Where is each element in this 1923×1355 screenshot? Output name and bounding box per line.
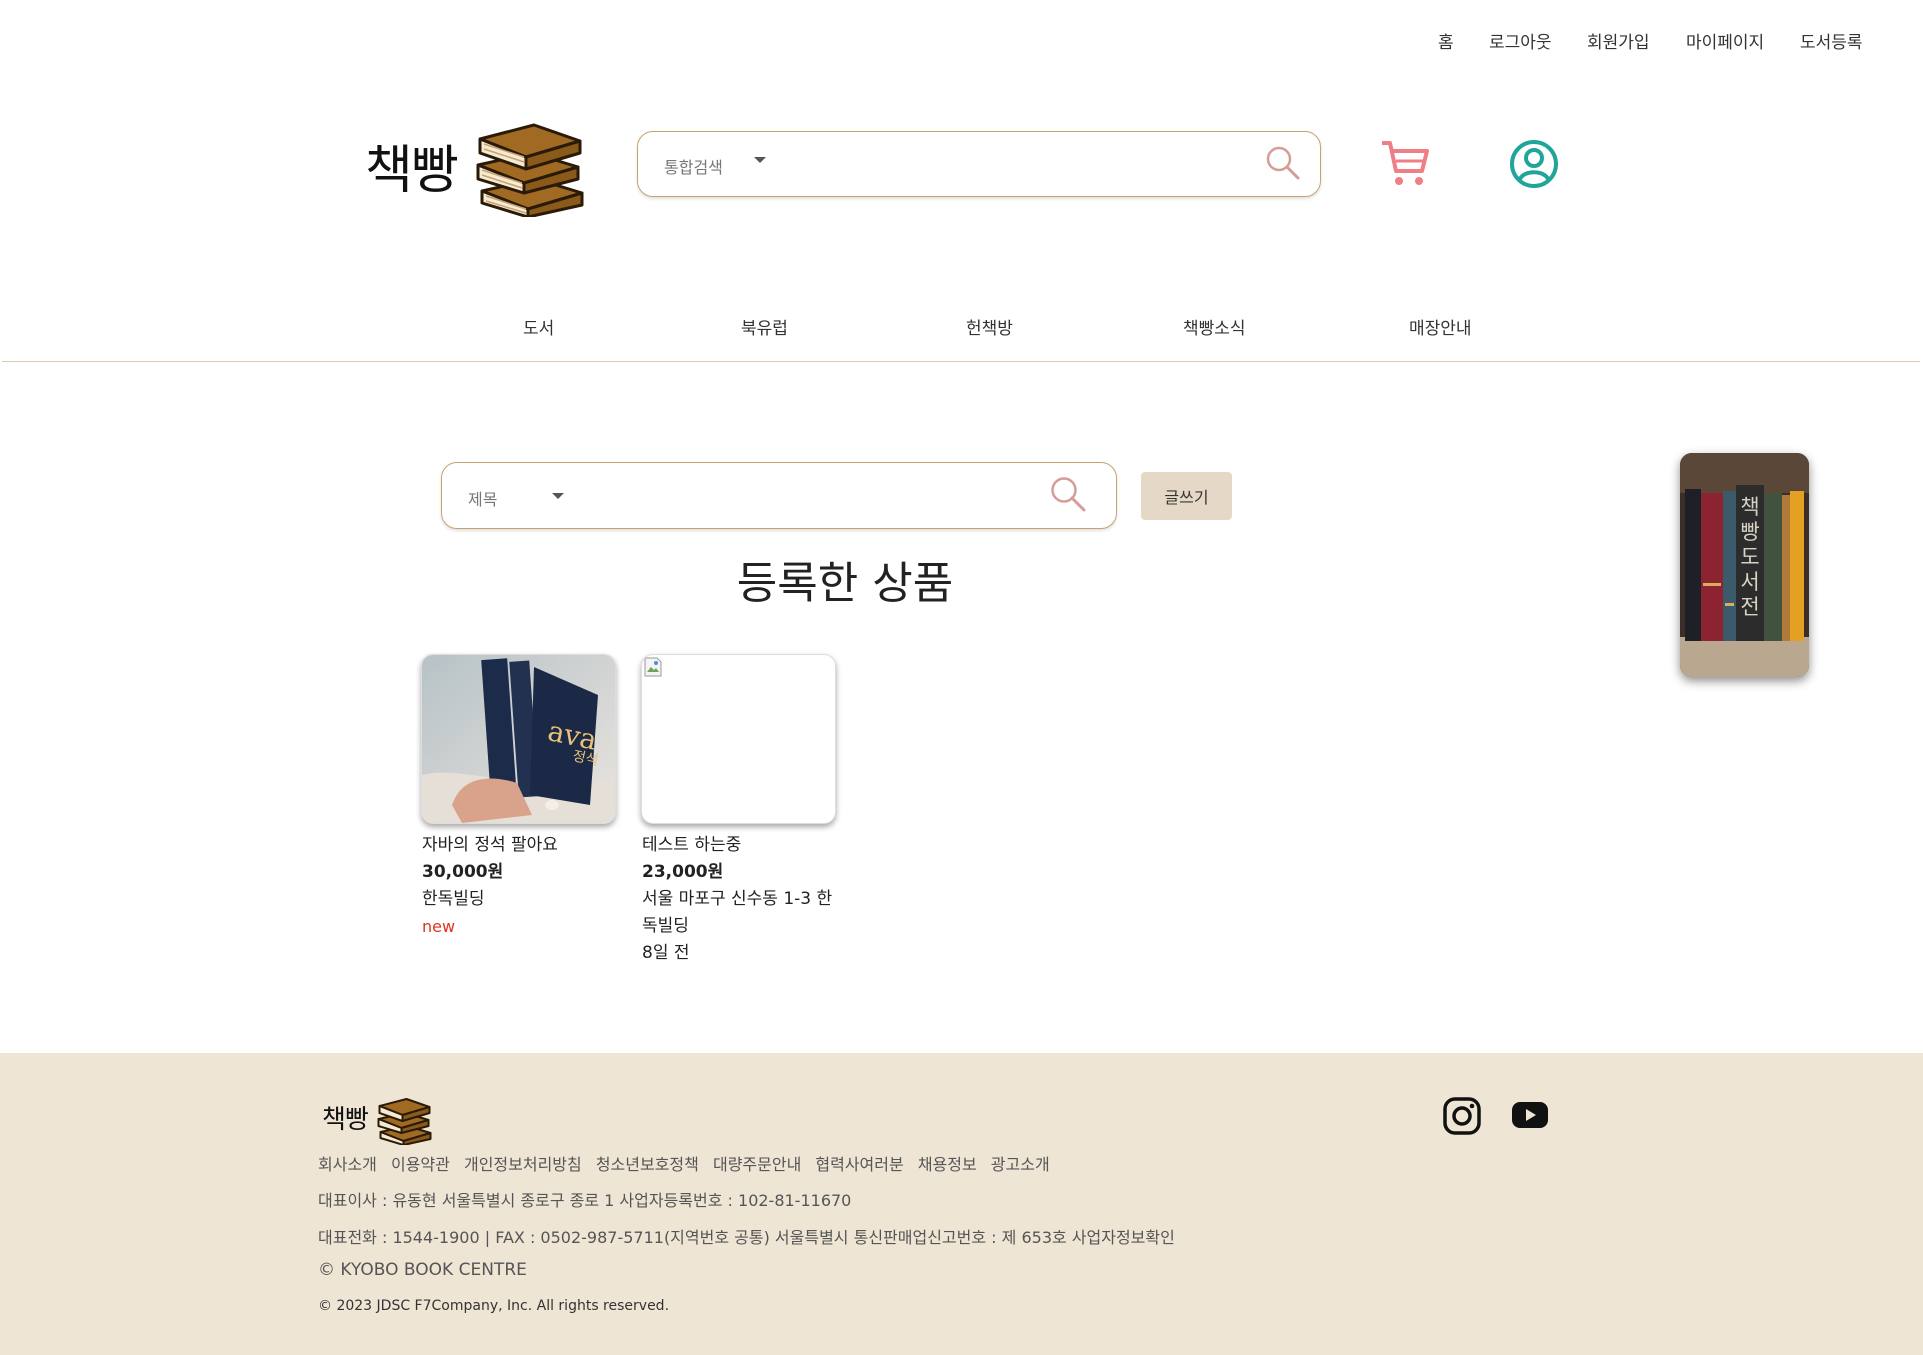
instagram-icon[interactable] xyxy=(1442,1096,1482,1136)
main-search-bar[interactable]: 통합검색 xyxy=(637,131,1321,197)
footer-link-bulk-order[interactable]: 대량주문안내 xyxy=(713,1155,801,1174)
board-search-category-select[interactable]: 제목 xyxy=(468,486,497,510)
book-stack-icon xyxy=(377,1098,432,1145)
footer-logo-text: 책빵 xyxy=(322,1105,369,1135)
product-image-broken[interactable] xyxy=(641,654,836,824)
home-link[interactable]: 홈 xyxy=(1438,28,1454,53)
logout-link[interactable]: 로그아웃 xyxy=(1489,28,1552,53)
product-info: 테스트 하는중 23,000원 서울 마포구 신수동 1-3 한독빌딩 8일 전 xyxy=(642,832,842,967)
product-image[interactable]: ava 정석 xyxy=(421,654,616,824)
footer-company-info: 대표이사 : 유동현 서울특별시 종로구 종로 1 사업자등록번호 : 102-… xyxy=(318,1191,852,1210)
book-stack-icon xyxy=(476,123,584,217)
side-banner-book-fair[interactable]: 책빵도서전 xyxy=(1680,453,1809,677)
board-search-bar[interactable]: 제목 xyxy=(441,462,1117,529)
search-icon[interactable] xyxy=(1264,144,1302,182)
footer-link-company[interactable]: 회사소개 xyxy=(318,1155,377,1174)
logo-text: 책빵 xyxy=(365,141,459,201)
footer-link-privacy[interactable]: 개인정보처리방침 xyxy=(464,1155,582,1174)
chevron-down-icon[interactable] xyxy=(754,157,766,163)
nav-item-nordic[interactable]: 북유럽 xyxy=(741,314,788,339)
new-badge: new xyxy=(422,917,456,936)
product-location: 서울 마포구 신수동 1-3 한독빌딩 xyxy=(642,889,833,936)
footer-link-ads[interactable]: 광고소개 xyxy=(991,1155,1050,1174)
product-title[interactable]: 테스트 하는중 xyxy=(642,832,842,859)
product-price: 30,000원 xyxy=(422,862,504,882)
footer-link-youth[interactable]: 청소년보호정책 xyxy=(596,1155,699,1174)
search-category-select[interactable]: 통합검색 xyxy=(664,154,723,178)
footer-links: 회사소개 이용약관 개인정보처리방침 청소년보호정책 대량주문안내 협력사여러분… xyxy=(318,1151,1059,1175)
nav-divider xyxy=(2,361,1920,362)
nav-item-books[interactable]: 도서 xyxy=(523,314,554,339)
page-title: 등록한 상품 xyxy=(736,558,954,609)
footer: 책빵 회사소개 이용약관 개인정보처리방침 청소년보호정책 대량주문안내 협력사… xyxy=(0,1053,1923,1355)
product-location: 한독빌딩 xyxy=(422,889,485,909)
youtube-icon[interactable] xyxy=(1511,1100,1549,1130)
signup-link[interactable]: 회원가입 xyxy=(1587,28,1650,53)
user-profile-icon[interactable] xyxy=(1508,138,1560,190)
mypage-link[interactable]: 마이페이지 xyxy=(1686,28,1764,53)
footer-copyright: © KYOBO BOOK CENTRE xyxy=(318,1260,527,1280)
footer-link-careers[interactable]: 채용정보 xyxy=(918,1155,977,1174)
product-price: 23,000원 xyxy=(642,862,724,882)
broken-image-icon xyxy=(644,657,662,677)
footer-link-partners[interactable]: 협력사여러분 xyxy=(815,1155,903,1174)
product-info: 자바의 정석 팔아요 30,000원 한독빌딩 new xyxy=(422,832,622,940)
cart-icon[interactable] xyxy=(1379,137,1431,189)
write-button[interactable]: 글쓰기 xyxy=(1141,472,1232,520)
top-utility-links: 홈 로그아웃 회원가입 마이페이지 도서등록 xyxy=(0,28,1923,58)
product-title[interactable]: 자바의 정석 팔아요 xyxy=(422,832,622,859)
footer-rights: © 2023 JDSC F7Company, Inc. All rights r… xyxy=(318,1298,670,1314)
nav-item-store-info[interactable]: 매장안내 xyxy=(1409,314,1472,339)
banner-title: 책빵도서전 xyxy=(1740,495,1760,619)
chevron-down-icon[interactable] xyxy=(552,493,564,499)
book-register-link[interactable]: 도서등록 xyxy=(1800,28,1863,53)
footer-contact-info: 대표전화 : 1544-1900 | FAX : 0502-987-5711(지… xyxy=(318,1228,1175,1247)
footer-link-terms[interactable]: 이용약관 xyxy=(391,1155,450,1174)
product-time: 8일 전 xyxy=(642,943,690,963)
nav-item-used-books[interactable]: 헌책방 xyxy=(966,314,1013,339)
nav-item-news[interactable]: 책빵소식 xyxy=(1183,314,1246,339)
search-icon[interactable] xyxy=(1048,474,1088,514)
